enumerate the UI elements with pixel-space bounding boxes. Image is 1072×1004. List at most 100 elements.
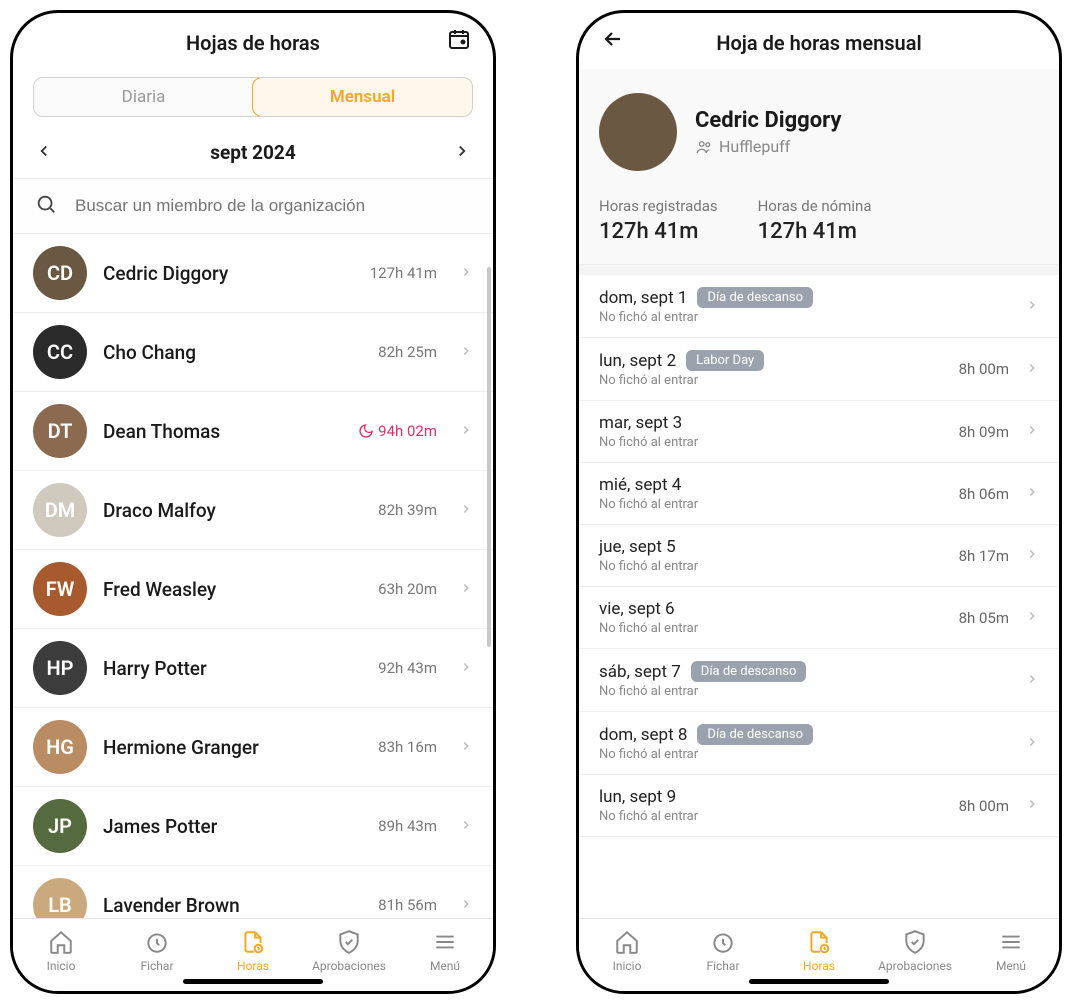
- day-row[interactable]: lun, sept 2 Labor Day No fichó al entrar…: [579, 338, 1059, 401]
- member-hours: 92h 43m: [378, 659, 437, 677]
- avatar: DT: [33, 404, 87, 458]
- chevron-right-icon: [459, 817, 473, 836]
- tab-menu[interactable]: Menú: [963, 929, 1059, 973]
- prev-month-icon[interactable]: [35, 142, 53, 164]
- chevron-right-icon: [1025, 484, 1039, 503]
- tab-clock[interactable]: Fichar: [109, 929, 205, 973]
- header: Hoja de horas mensual: [579, 13, 1059, 69]
- member-row[interactable]: FW Fred Weasley 63h 20m: [13, 550, 493, 629]
- member-name: Cho Chang: [103, 341, 362, 364]
- member-row[interactable]: LB Lavender Brown 81h 56m: [13, 866, 493, 918]
- tab-menu[interactable]: Menú: [397, 929, 493, 973]
- day-date: vie, sept 6: [599, 599, 949, 619]
- day-row[interactable]: dom, sept 1 Día de descanso No fichó al …: [579, 275, 1059, 338]
- day-hours: 8h 06m: [959, 485, 1009, 503]
- member-name: Hermione Granger: [103, 736, 362, 759]
- profile-header: Cedric Diggory Hufflepuff Horas registra…: [579, 69, 1059, 265]
- day-row[interactable]: mar, sept 3 No fichó al entrar 8h 09m: [579, 401, 1059, 463]
- avatar: CC: [33, 325, 87, 379]
- member-row[interactable]: JP James Potter 89h 43m: [13, 787, 493, 866]
- tab-approvals[interactable]: Aprobaciones: [867, 929, 963, 973]
- day-list[interactable]: dom, sept 1 Día de descanso No fichó al …: [579, 275, 1059, 918]
- day-badge: Labor Day: [686, 350, 764, 371]
- member-name: Lavender Brown: [103, 894, 362, 917]
- chevron-right-icon: [1025, 608, 1039, 627]
- member-row[interactable]: CD Cedric Diggory 127h 41m: [13, 234, 493, 313]
- day-row[interactable]: dom, sept 8 Día de descanso No fichó al …: [579, 712, 1059, 775]
- member-row[interactable]: HP Harry Potter 92h 43m: [13, 629, 493, 708]
- chevron-right-icon: [1025, 422, 1039, 441]
- back-icon[interactable]: [601, 27, 625, 55]
- chevron-right-icon: [459, 738, 473, 757]
- day-badge: Día de descanso: [691, 661, 807, 682]
- chevron-right-icon: [459, 659, 473, 678]
- stats-row: Horas registradas 127h 41m Horas de nómi…: [579, 191, 1059, 264]
- member-name: Dean Thomas: [103, 420, 342, 443]
- member-list[interactable]: CD Cedric Diggory 127h 41m CC Cho Chang …: [13, 234, 493, 918]
- avatar: HP: [33, 641, 87, 695]
- chevron-right-icon: [459, 896, 473, 915]
- member-name: James Potter: [103, 815, 362, 838]
- member-hours: 82h 25m: [378, 343, 437, 361]
- profile-name: Cedric Diggory: [695, 108, 841, 133]
- avatar: HG: [33, 720, 87, 774]
- tab-monthly[interactable]: Mensual: [252, 77, 473, 117]
- tab-daily[interactable]: Diaria: [34, 78, 253, 116]
- scrollbar[interactable]: [487, 267, 491, 647]
- calendar-icon[interactable]: [447, 27, 471, 55]
- chevron-right-icon: [459, 343, 473, 362]
- chevron-right-icon: [459, 580, 473, 599]
- member-hours: 89h 43m: [378, 817, 437, 835]
- avatar: FW: [33, 562, 87, 616]
- day-subtext: No fichó al entrar: [599, 684, 1009, 699]
- chevron-right-icon: [1025, 671, 1039, 690]
- day-subtext: No fichó al entrar: [599, 747, 1009, 762]
- day-subtext: No fichó al entrar: [599, 373, 949, 388]
- day-row[interactable]: vie, sept 6 No fichó al entrar 8h 05m: [579, 587, 1059, 649]
- day-badge: Día de descanso: [697, 724, 813, 745]
- day-row[interactable]: jue, sept 5 No fichó al entrar 8h 17m: [579, 525, 1059, 587]
- day-hours: 8h 05m: [959, 609, 1009, 627]
- tab-home[interactable]: Inicio: [579, 929, 675, 973]
- day-row[interactable]: mié, sept 4 No fichó al entrar 8h 06m: [579, 463, 1059, 525]
- day-row[interactable]: sáb, sept 7 Día de descanso No fichó al …: [579, 649, 1059, 712]
- tab-hours[interactable]: Horas: [205, 929, 301, 973]
- page-title: Hoja de horas mensual: [716, 31, 921, 55]
- chevron-right-icon: [1025, 297, 1039, 316]
- day-date: sáb, sept 7 Día de descanso: [599, 661, 1009, 682]
- avatar: CD: [33, 246, 87, 300]
- tab-approvals[interactable]: Aprobaciones: [301, 929, 397, 973]
- day-date: jue, sept 5: [599, 537, 949, 557]
- member-hours: 127h 41m: [370, 264, 437, 282]
- month-label: sept 2024: [210, 141, 295, 164]
- day-badge: Día de descanso: [697, 287, 813, 308]
- member-name: Harry Potter: [103, 657, 362, 680]
- day-date: mié, sept 4: [599, 475, 949, 495]
- stat-payroll: Horas de nómina 127h 41m: [758, 197, 872, 244]
- member-row[interactable]: DT Dean Thomas 94h 02m: [13, 392, 493, 471]
- search-row[interactable]: [13, 179, 493, 234]
- tab-hours[interactable]: Horas: [771, 929, 867, 973]
- chevron-right-icon: [1025, 360, 1039, 379]
- member-name: Draco Malfoy: [103, 499, 362, 522]
- chevron-right-icon: [1025, 796, 1039, 815]
- day-subtext: No fichó al entrar: [599, 809, 949, 824]
- member-name: Fred Weasley: [103, 578, 362, 601]
- tab-home[interactable]: Inicio: [13, 929, 109, 973]
- next-month-icon[interactable]: [453, 142, 471, 164]
- member-row[interactable]: HG Hermione Granger 83h 16m: [13, 708, 493, 787]
- day-date: lun, sept 9: [599, 787, 949, 807]
- member-row[interactable]: CC Cho Chang 82h 25m: [13, 313, 493, 392]
- day-date: dom, sept 8 Día de descanso: [599, 724, 1009, 745]
- day-date: lun, sept 2 Labor Day: [599, 350, 949, 371]
- day-hours: 8h 00m: [959, 360, 1009, 378]
- day-subtext: No fichó al entrar: [599, 497, 949, 512]
- member-row[interactable]: DM Draco Malfoy 82h 39m: [13, 471, 493, 550]
- tab-clock[interactable]: Fichar: [675, 929, 771, 973]
- tab-bar: Inicio Fichar Horas Aprobaciones Menú: [13, 918, 493, 991]
- member-hours: 94h 02m: [358, 422, 437, 440]
- search-input[interactable]: [75, 196, 471, 216]
- chevron-right-icon: [459, 501, 473, 520]
- member-hours: 63h 20m: [378, 580, 437, 598]
- day-row[interactable]: lun, sept 9 No fichó al entrar 8h 00m: [579, 775, 1059, 837]
